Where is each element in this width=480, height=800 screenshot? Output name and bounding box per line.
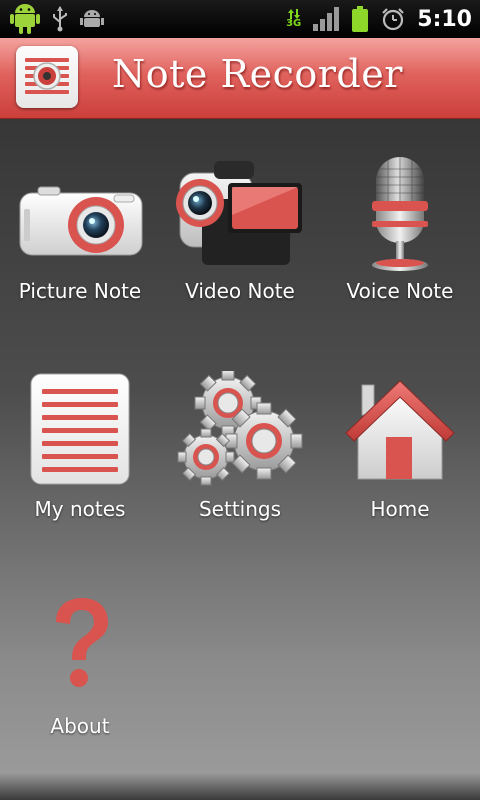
recorder-logo-icon — [25, 58, 69, 94]
about-label: About — [50, 714, 110, 738]
question-mark-icon — [56, 598, 108, 687]
my-notes-button[interactable]: My notes — [0, 367, 160, 547]
my-notes-label: My notes — [34, 497, 126, 521]
alarm-icon — [382, 8, 405, 31]
voice-note-button[interactable]: Voice Note — [320, 149, 480, 329]
home-button[interactable]: Home — [320, 367, 480, 547]
microphone-icon — [372, 157, 428, 271]
signal-icon — [313, 7, 340, 31]
app-logo — [16, 46, 78, 108]
status-bar: 3G 5:10 — [0, 0, 480, 38]
clock: 5:10 — [417, 6, 472, 32]
about-button[interactable]: About — [0, 584, 160, 764]
usb-icon — [53, 6, 67, 32]
video-note-button[interactable]: Video Note — [160, 149, 320, 329]
debug-icon — [80, 10, 104, 27]
notes-list-icon — [30, 373, 130, 485]
picture-note-button[interactable]: Picture Note — [0, 149, 160, 329]
status-bar-system: 3G 5:10 — [286, 2, 472, 36]
video-note-label: Video Note — [185, 279, 295, 303]
video-camera-icon — [176, 161, 302, 265]
settings-button[interactable]: Settings — [160, 367, 320, 547]
status-bar-notifications — [10, 2, 104, 36]
gears-icon — [177, 371, 303, 486]
settings-label: Settings — [198, 497, 282, 521]
picture-note-label: Picture Note — [18, 279, 142, 303]
title-bar: Note Recorder — [0, 38, 480, 119]
app-title: Note Recorder — [112, 52, 403, 96]
network-type: 3G — [286, 18, 302, 29]
house-icon — [345, 380, 455, 480]
home-label: Home — [370, 497, 430, 521]
voice-note-label: Voice Note — [346, 279, 454, 303]
battery-icon — [352, 6, 369, 32]
camera-icon — [19, 186, 143, 256]
main-menu: Picture Note Video Note Voice Note My no… — [0, 119, 480, 800]
android-icon — [10, 4, 40, 34]
network-indicator: 3G — [286, 9, 301, 29]
